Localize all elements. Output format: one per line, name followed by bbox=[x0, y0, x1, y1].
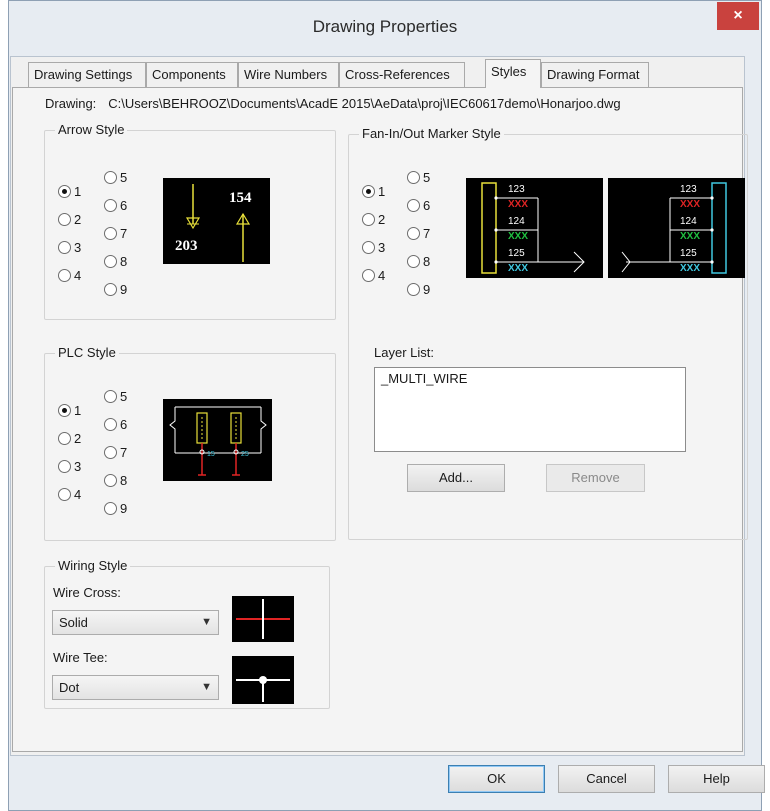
arrow-style-title: Arrow Style bbox=[55, 122, 128, 137]
layer-list-label: Layer List: bbox=[374, 345, 434, 360]
wiring-style-title: Wiring Style bbox=[55, 558, 131, 573]
wire-tee-value: Dot bbox=[59, 680, 80, 695]
fan-style-radio-5[interactable]: 5 bbox=[407, 170, 430, 186]
arrow-style-radio-4[interactable]: 4 bbox=[58, 268, 81, 284]
wire-tee-select[interactable]: Dot ▼ bbox=[52, 675, 219, 700]
plc-style-radio-8[interactable]: 8 bbox=[104, 473, 127, 489]
wire-cross-value: Solid bbox=[59, 615, 88, 630]
svg-text:XXX: XXX bbox=[680, 199, 700, 210]
remove-layer-button[interactable]: Remove bbox=[546, 464, 645, 492]
svg-text:XXX: XXX bbox=[508, 199, 528, 210]
cancel-button[interactable]: Cancel bbox=[558, 765, 655, 793]
tab-wire-numbers[interactable]: Wire Numbers bbox=[238, 62, 339, 87]
svg-text:123: 123 bbox=[680, 184, 697, 195]
ok-button[interactable]: OK bbox=[448, 765, 545, 793]
arrow-style-radio-5[interactable]: 5 bbox=[104, 170, 127, 186]
arrow-style-radio-8[interactable]: 8 bbox=[104, 254, 127, 270]
plc-style-radio-2[interactable]: 2 bbox=[58, 431, 81, 447]
svg-text:XXX: XXX bbox=[508, 231, 528, 242]
fan-style-radio-3[interactable]: 3 bbox=[362, 240, 385, 256]
arrow-preview-label-top: 154 bbox=[229, 190, 252, 206]
svg-text:XXX: XXX bbox=[680, 231, 700, 242]
fan-style-radio-1[interactable]: 1 bbox=[362, 184, 385, 200]
arrow-style-radio-9[interactable]: 9 bbox=[104, 282, 127, 298]
chevron-down-icon: ▼ bbox=[201, 681, 212, 693]
svg-text:XXX: XXX bbox=[680, 263, 700, 274]
fan-style-radio-2[interactable]: 2 bbox=[362, 212, 385, 228]
drawing-path: C:\Users\BEHROOZ\Documents\AcadE 2015\Ae… bbox=[108, 96, 621, 111]
wire-cross-select[interactable]: Solid ▼ bbox=[52, 610, 219, 635]
drawing-path-row: Drawing: C:\Users\BEHROOZ\Documents\AcadE… bbox=[45, 96, 621, 111]
svg-text:25: 25 bbox=[241, 451, 249, 458]
layer-list-item[interactable]: _MULTI_WIRE bbox=[381, 371, 679, 386]
svg-text:123: 123 bbox=[508, 184, 525, 195]
plc-style-radio-1[interactable]: 1 bbox=[58, 403, 81, 419]
svg-text:125: 125 bbox=[680, 248, 697, 259]
tab-styles[interactable]: Styles bbox=[485, 59, 541, 88]
close-button[interactable]: × bbox=[717, 2, 759, 30]
svg-text:124: 124 bbox=[680, 216, 697, 227]
fan-in-preview: 123 XXX 124 XXX 125 XXX bbox=[466, 178, 603, 278]
dialog-title: Drawing Properties bbox=[312, 17, 458, 36]
fan-style-radio-6[interactable]: 6 bbox=[407, 198, 430, 214]
help-button[interactable]: Help bbox=[668, 765, 765, 793]
svg-text:XXX: XXX bbox=[508, 263, 528, 274]
arrow-preview-label-bottom: 203 bbox=[175, 238, 198, 254]
wire-tee-label: Wire Tee: bbox=[53, 650, 108, 665]
arrow-style-radio-2[interactable]: 2 bbox=[58, 212, 81, 228]
tab-cross-references[interactable]: Cross-References bbox=[339, 62, 465, 87]
plc-style-title: PLC Style bbox=[55, 345, 119, 360]
arrow-style-radio-1[interactable]: 1 bbox=[58, 184, 81, 200]
fan-style-radio-8[interactable]: 8 bbox=[407, 254, 430, 270]
arrow-style-radio-7[interactable]: 7 bbox=[104, 226, 127, 242]
plc-style-radio-9[interactable]: 9 bbox=[104, 501, 127, 517]
plc-style-radio-4[interactable]: 4 bbox=[58, 487, 81, 503]
svg-text:15: 15 bbox=[207, 451, 215, 458]
fan-style-radio-4[interactable]: 4 bbox=[362, 268, 385, 284]
svg-text:125: 125 bbox=[508, 248, 525, 259]
tab-drawing-settings[interactable]: Drawing Settings bbox=[28, 62, 146, 87]
plc-style-radio-6[interactable]: 6 bbox=[104, 417, 127, 433]
plc-style-radio-5[interactable]: 5 bbox=[104, 389, 127, 405]
plc-style-radio-3[interactable]: 3 bbox=[58, 459, 81, 475]
plc-style-preview: 15 25 bbox=[163, 399, 272, 481]
fan-marker-style-title: Fan-In/Out Marker Style bbox=[359, 126, 504, 141]
arrow-style-radio-3[interactable]: 3 bbox=[58, 240, 81, 256]
wire-cross-label: Wire Cross: bbox=[53, 585, 121, 600]
title-bar: Drawing Properties × bbox=[9, 1, 761, 51]
arrow-style-preview: 203 154 bbox=[163, 178, 270, 264]
tab-components[interactable]: Components bbox=[146, 62, 238, 87]
layer-listbox[interactable]: _MULTI_WIRE bbox=[374, 367, 686, 452]
fan-out-preview: 123 XXX 124 XXX 125 XXX bbox=[608, 178, 745, 278]
wire-cross-preview bbox=[232, 596, 294, 642]
tab-drawing-format[interactable]: Drawing Format bbox=[541, 62, 649, 87]
arrow-style-radio-6[interactable]: 6 bbox=[104, 198, 127, 214]
fan-style-radio-9[interactable]: 9 bbox=[407, 282, 430, 298]
close-icon: × bbox=[733, 7, 743, 24]
drawing-label: Drawing: bbox=[45, 96, 97, 111]
fan-style-radio-7[interactable]: 7 bbox=[407, 226, 430, 242]
plc-style-radio-7[interactable]: 7 bbox=[104, 445, 127, 461]
add-layer-button[interactable]: Add... bbox=[407, 464, 505, 492]
svg-text:124: 124 bbox=[508, 216, 525, 227]
wire-tee-preview bbox=[232, 656, 294, 704]
chevron-down-icon: ▼ bbox=[201, 616, 212, 628]
